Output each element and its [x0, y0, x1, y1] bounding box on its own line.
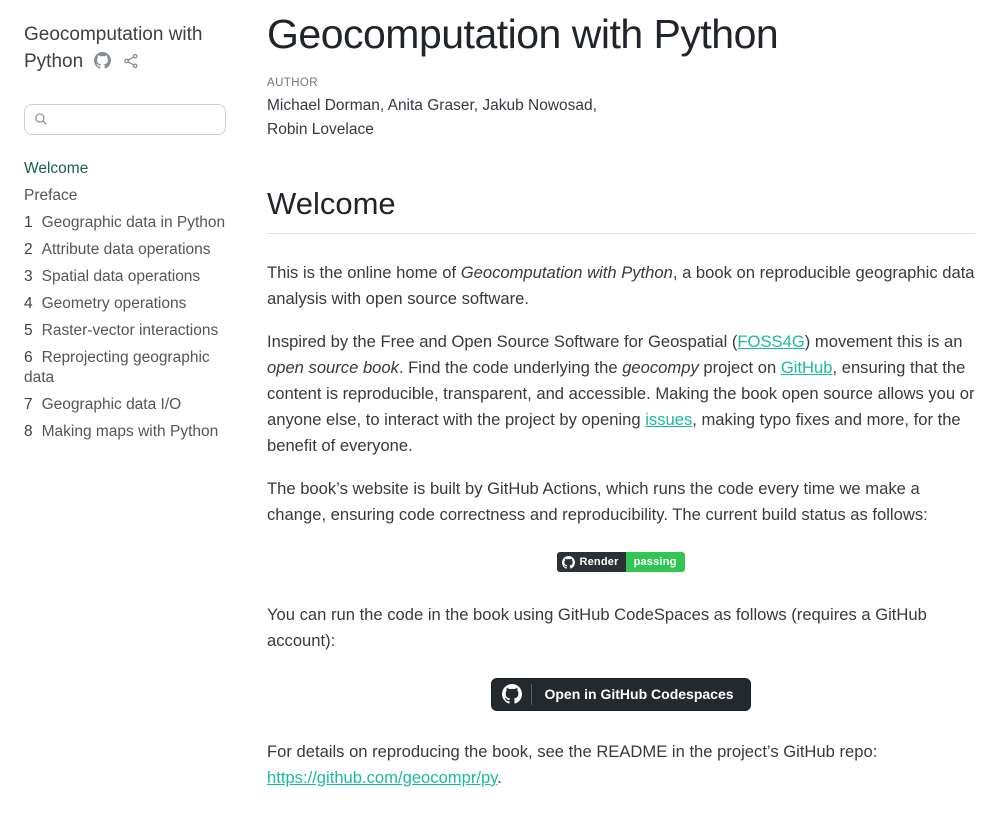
text-segment: ) movement this is an — [805, 332, 963, 351]
inline-link[interactable]: https://github.com/geocompr/py — [267, 768, 497, 787]
codespaces-button-figure: Open in GitHub Codespaces — [267, 678, 975, 711]
inline-link[interactable]: FOSS4G — [737, 332, 804, 351]
sidebar-item-label: Making maps with Python — [42, 423, 219, 440]
open-codespaces-button[interactable]: Open in GitHub Codespaces — [491, 678, 750, 711]
content-body: This is the online home of Geocomputatio… — [267, 260, 975, 791]
badge-workflow-name: Render — [579, 556, 618, 568]
chapter-number: 7 — [24, 396, 33, 413]
share-button[interactable] — [123, 51, 139, 72]
paragraph-build-status: The book’s website is built by GitHub Ac… — [267, 476, 975, 528]
sidebar-item-label: Geographic data in Python — [42, 214, 226, 231]
sidebar-item-label: Welcome — [24, 160, 88, 177]
build-status-badge[interactable]: Render passing — [557, 552, 684, 572]
chapter-number: 6 — [24, 349, 33, 366]
badge-status: passing — [626, 552, 685, 572]
paragraph-readme: For details on reproducing the book, see… — [267, 739, 975, 791]
sidebar-item-geometry-operations[interactable]: 4 Geometry operations — [24, 291, 226, 318]
sidebar-item-making-maps-with-python[interactable]: 8 Making maps with Python — [24, 419, 226, 446]
sidebar-item-geographic-data-i-o[interactable]: 7 Geographic data I/O — [24, 392, 226, 419]
github-icon — [562, 556, 575, 569]
sidebar-item-label: Reprojecting geographic data — [24, 349, 210, 386]
sidebar-item-reprojecting-geographic-data[interactable]: 6Reprojecting geographic data — [24, 345, 226, 392]
sidebar-item-label: Geometry operations — [42, 295, 187, 312]
text-segment: This is the online home of — [267, 263, 461, 282]
codespaces-button-label: Open in GitHub Codespaces — [544, 686, 733, 702]
github-icon — [94, 51, 111, 72]
sidebar: Geocomputation with Python Welcome Prefac… — [0, 0, 250, 828]
chapter-number: 4 — [24, 295, 33, 312]
paragraph-codespaces: You can run the code in the book using G… — [267, 602, 975, 654]
sidebar-nav: Welcome Preface 1 Geographic data in Python… — [24, 156, 226, 446]
build-badge-figure: Render passing — [267, 552, 975, 574]
text-segment: Geocomputation with Python — [461, 263, 673, 282]
chapter-number: 3 — [24, 268, 33, 285]
button-divider — [531, 684, 532, 705]
text-segment: . — [497, 768, 502, 787]
github-icon — [502, 684, 522, 704]
sidebar-item-geographic-data-in-python[interactable]: 1 Geographic data in Python — [24, 210, 226, 237]
text-segment: open source book — [267, 358, 399, 377]
text-segment: Inspired by the Free and Open Source Sof… — [267, 332, 737, 351]
sidebar-item-preface[interactable]: Preface — [24, 183, 226, 210]
page: Geocomputation with Python Welcome Prefac… — [0, 0, 1000, 828]
share-icon — [123, 51, 139, 72]
text-segment: geocompy — [622, 358, 699, 377]
search-input[interactable] — [55, 110, 216, 128]
paragraph-intro: This is the online home of Geocomputatio… — [267, 260, 975, 312]
search-box[interactable] — [24, 104, 226, 135]
author-label: AUTHOR — [267, 77, 975, 89]
book-title-text[interactable]: Geocomputation with Python — [24, 24, 203, 72]
inline-link[interactable]: GitHub — [781, 358, 833, 377]
chapter-number: 5 — [24, 322, 33, 339]
chapter-number: 1 — [24, 214, 33, 231]
text-segment: project on — [699, 358, 781, 377]
sidebar-item-attribute-data-operations[interactable]: 2 Attribute data operations — [24, 237, 226, 264]
text-segment: You can run the code in the book using G… — [267, 605, 927, 650]
inline-link[interactable]: issues — [645, 410, 692, 429]
text-segment: . Find the code underlying the — [399, 358, 622, 377]
chapter-number: 8 — [24, 423, 33, 440]
sidebar-item-label: Preface — [24, 187, 77, 204]
sidebar-item-label: Geographic data I/O — [42, 396, 182, 413]
search-icon — [34, 112, 48, 126]
main-content: Geocomputation with Python AUTHOR Michae… — [250, 0, 1000, 828]
sidebar-item-label: Attribute data operations — [42, 241, 211, 258]
sidebar-item-label: Raster-vector interactions — [42, 322, 219, 339]
sidebar-item-label: Spatial data operations — [42, 268, 201, 285]
sidebar-item-welcome[interactable]: Welcome — [24, 156, 226, 183]
sidebar-item-raster-vector-interactions[interactable]: 5 Raster-vector interactions — [24, 318, 226, 345]
title-block: AUTHOR Michael Dorman, Anita Graser, Jak… — [267, 77, 975, 142]
section-heading-welcome: Welcome — [267, 185, 975, 234]
author-names-line-2: Robin Lovelace — [267, 118, 975, 142]
github-repo-link[interactable] — [94, 51, 111, 72]
sidebar-item-spatial-data-operations[interactable]: 3 Spatial data operations — [24, 264, 226, 291]
text-segment: For details on reproducing the book, see… — [267, 742, 877, 761]
page-title: Geocomputation with Python — [267, 12, 975, 57]
chapter-number: 2 — [24, 241, 33, 258]
text-segment: The book’s website is built by GitHub Ac… — [267, 479, 928, 524]
author-names-line-1: Michael Dorman, Anita Graser, Jakub Nowo… — [267, 94, 975, 118]
paragraph-open-source: Inspired by the Free and Open Source Sof… — [267, 329, 975, 459]
badge-left-segment: Render — [557, 552, 625, 572]
book-title: Geocomputation with Python — [24, 22, 226, 76]
